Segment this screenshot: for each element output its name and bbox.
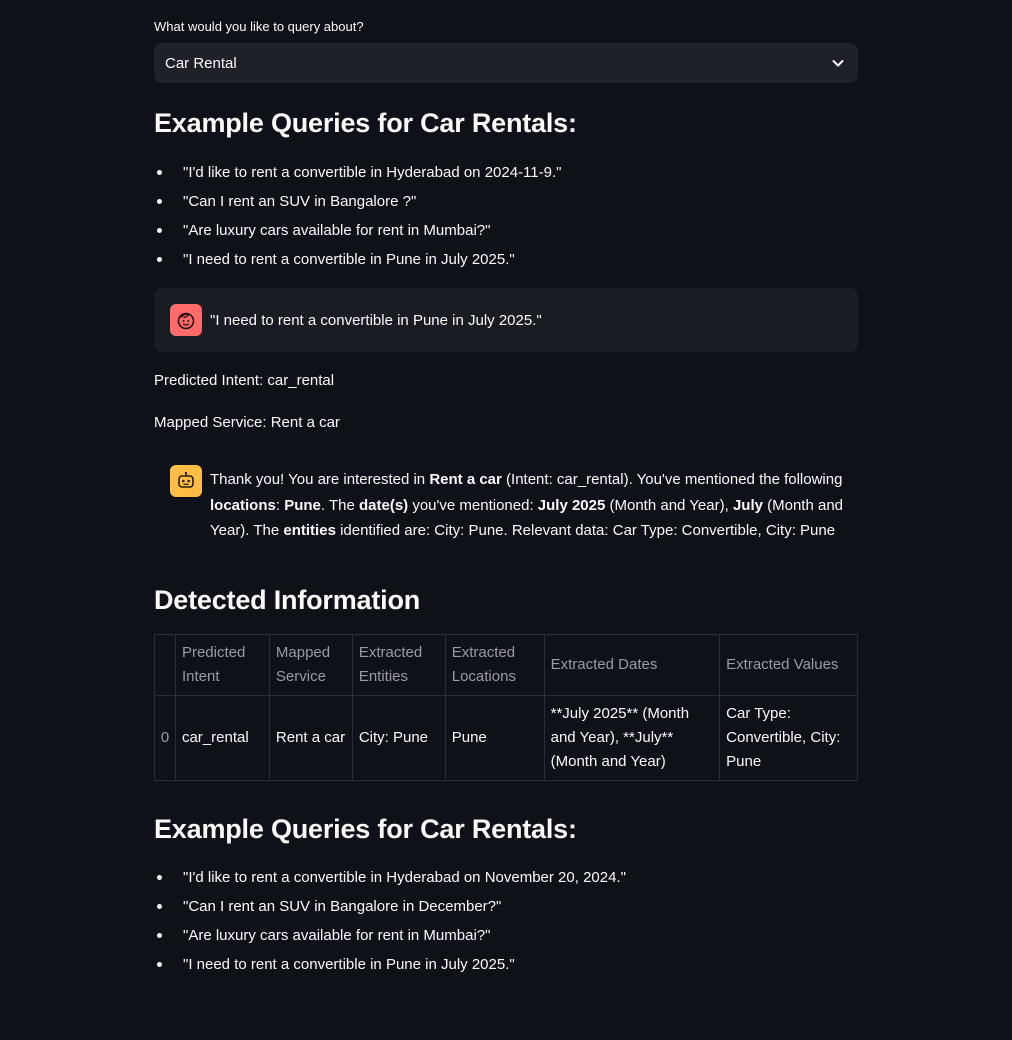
table-header-row: Predicted Intent Mapped Service Extracte… [154,634,858,696]
column-header[interactable]: Predicted Intent [174,634,270,696]
table-cell: car_rental [174,695,270,781]
column-header[interactable]: Extracted Values [719,634,858,696]
list-item: "I need to rent a convertible in Pune in… [154,950,626,979]
select-value: Car Rental [165,54,237,72]
table-row: 0 car_rental Rent a car City: Pune Pune … [154,695,858,781]
table-cell: Rent a car [268,695,353,781]
table-cell: Pune [444,695,545,781]
table-cell: 0 [154,695,176,781]
example-list: "I'd like to rent a convertible in Hyder… [154,158,561,274]
column-header[interactable] [154,634,176,696]
user-avatar-icon [170,304,202,336]
column-header[interactable]: Extracted Entities [351,634,446,696]
list-item: "Can I rent an SUV in Bangalore ?" [154,187,561,216]
bot-avatar-icon [170,465,202,497]
assistant-chat-message: Thank you! You are interested in Rent a … [170,465,858,544]
list-item: "I'd like to rent a convertible in Hyder… [154,158,561,187]
section-heading-examples-2: Example Queries for Car Rentals: [154,814,577,844]
column-header[interactable]: Extracted Locations [444,634,545,696]
user-message-text: "I need to rent a convertible in Pune in… [210,311,542,329]
user-chat-message: "I need to rent a convertible in Pune in… [154,288,858,352]
predicted-intent-text: Predicted Intent: car_rental [154,372,335,389]
query-type-select[interactable]: Car Rental [154,43,858,83]
list-item: "Are luxury cars available for rent in M… [154,921,626,950]
list-item: "I need to rent a convertible in Pune in… [154,245,561,274]
assistant-message-text: Thank you! You are interested in Rent a … [210,471,843,539]
list-item: "Are luxury cars available for rent in M… [154,216,561,245]
example-list-2: "I'd like to rent a convertible in Hyder… [154,863,626,979]
table-cell: **July 2025** (Month and Year), **July**… [543,695,721,781]
column-header[interactable]: Extracted Dates [543,634,721,696]
list-item: "I'd like to rent a convertible in Hyder… [154,863,626,892]
chevron-down-icon[interactable] [830,55,846,71]
column-header[interactable]: Mapped Service [268,634,353,696]
table-cell: City: Pune [351,695,446,781]
detected-information-table: Predicted Intent Mapped Service Extracte… [154,634,858,781]
mapped-service-text: Mapped Service: Rent a car [154,414,340,431]
table-cell: Car Type: Convertible, City: Pune [719,695,858,781]
detected-information-heading: Detected Information [154,585,421,615]
select-label: What would you like to query about? [154,19,364,34]
section-heading-examples: Example Queries for Car Rentals: [154,108,577,138]
list-item: "Can I rent an SUV in Bangalore in Decem… [154,892,626,921]
